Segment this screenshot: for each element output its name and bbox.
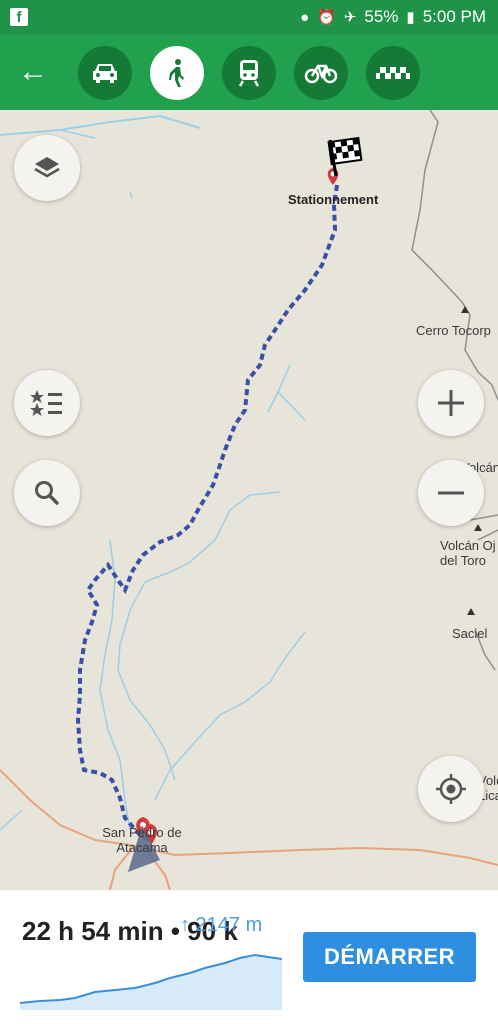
- my-location-button[interactable]: [418, 756, 484, 822]
- mode-car-button[interactable]: [78, 46, 132, 100]
- start-navigation-button[interactable]: DÉMARRER: [303, 932, 476, 982]
- mode-bike-button[interactable]: [294, 46, 348, 100]
- layers-button[interactable]: [14, 135, 80, 201]
- facebook-icon: f: [10, 8, 28, 26]
- mode-taxi-button[interactable]: [366, 46, 420, 100]
- location-icon: ●: [300, 8, 310, 26]
- car-icon: [93, 64, 117, 83]
- battery-percent: 55%: [364, 7, 399, 26]
- bicycle-icon: [304, 64, 338, 84]
- crosshair-location-icon: [436, 774, 466, 804]
- search-icon: [35, 481, 59, 505]
- clock: 5:00 PM: [422, 7, 486, 26]
- taxi-icon: [376, 67, 410, 79]
- mode-transit-button[interactable]: [222, 46, 276, 100]
- favorites-list-button[interactable]: [14, 370, 80, 436]
- layers-icon: [34, 157, 60, 178]
- elevation-gain: ↑ 2147 m: [180, 914, 263, 936]
- airplane-mode-icon: ✈: [343, 9, 357, 26]
- arrow-back-icon[interactable]: ←: [18, 54, 58, 90]
- route-summary-panel: 22 h 54 min • 90 k ↑ 2147 m DÉMARRER: [0, 890, 498, 1024]
- mode-walk-button[interactable]: [150, 46, 204, 100]
- place-label: Cerro Tocorp: [416, 323, 491, 338]
- origin-label: San Pedro de Atacama: [102, 825, 182, 855]
- plus-icon: [438, 390, 464, 416]
- walking-icon: [169, 59, 184, 87]
- elevation-profile-chart: [20, 953, 282, 1010]
- search-button[interactable]: [14, 460, 80, 526]
- minus-icon: [438, 491, 464, 495]
- route-map[interactable]: Stationnement Cerro Tocorp Volcán Volcán…: [0, 110, 498, 890]
- place-label: Saciel: [452, 626, 488, 641]
- alarm-icon: ⏰: [317, 9, 336, 26]
- place-label: Volcán Oj del Toro: [440, 538, 496, 568]
- destination-label: Stationnement: [288, 192, 379, 207]
- train-icon: [238, 60, 260, 87]
- battery-icon: ▮: [406, 9, 415, 26]
- starred-list-icon: [30, 390, 62, 416]
- travel-mode-toolbar: ←: [0, 34, 498, 110]
- zoom-in-button[interactable]: [418, 370, 484, 436]
- checkered-flag-icon: [327, 136, 363, 176]
- status-bar: f ● ⏰ ✈ 55% ▮ 5:00 PM: [0, 0, 498, 34]
- status-right: ● ⏰ ✈ 55% ▮ 5:00 PM: [300, 7, 486, 27]
- zoom-out-button[interactable]: [418, 460, 484, 526]
